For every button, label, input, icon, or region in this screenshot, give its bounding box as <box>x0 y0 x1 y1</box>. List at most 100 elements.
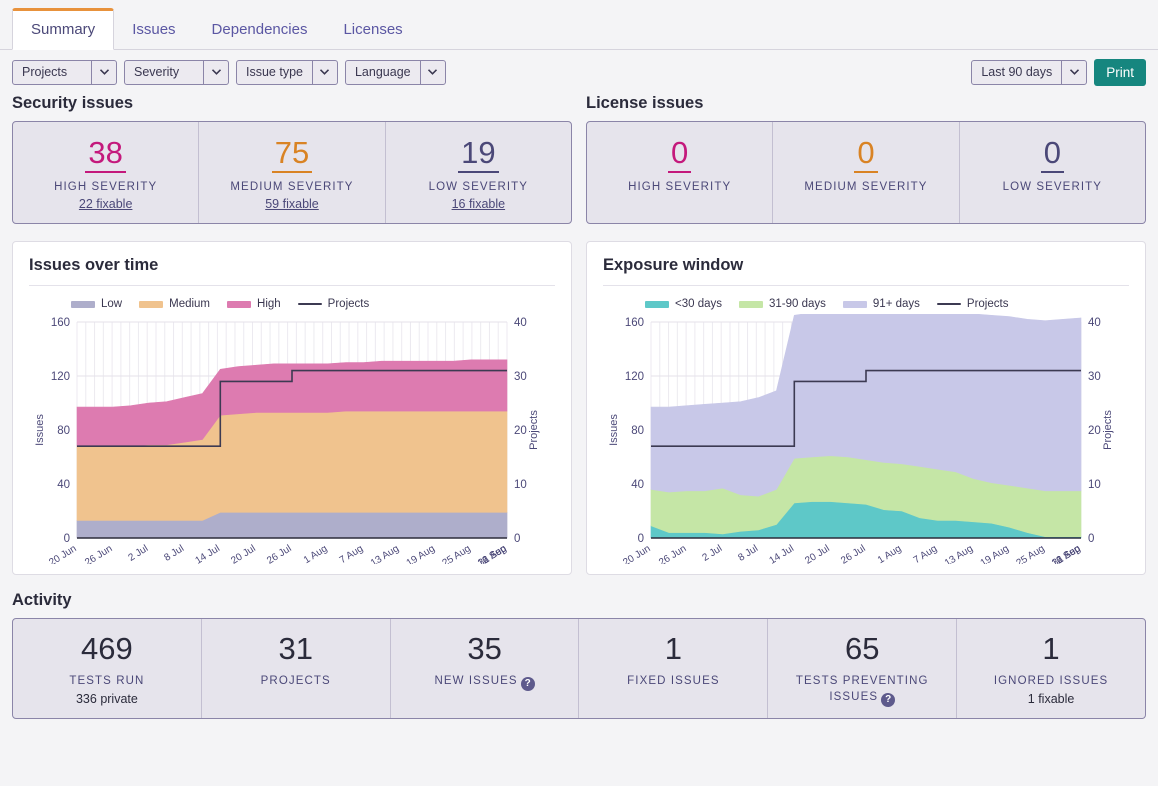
svg-text:13 Aug: 13 Aug <box>369 543 401 564</box>
chevron-down-icon <box>203 60 228 84</box>
tab-licenses[interactable]: Licenses <box>325 9 420 50</box>
legend-label-projects: Projects <box>327 298 370 310</box>
tab-licenses-label: Licenses <box>343 21 403 38</box>
legend-swatch-under-30-days <box>645 300 669 308</box>
issues-over-time-panel: Issues over time Low Medium High Project… <box>12 241 572 575</box>
svg-text:19 Aug: 19 Aug <box>405 543 437 564</box>
license-medium-value[interactable]: 0 <box>854 136 878 173</box>
security-low-severity-cell[interactable]: 19 LOW SEVERITY 16 fixable <box>386 122 571 223</box>
svg-text:Issues: Issues <box>34 414 46 446</box>
legend-swatch-high <box>227 300 252 308</box>
tab-summary[interactable]: Summary <box>12 8 115 50</box>
severity-filter-select[interactable]: Severity <box>124 59 229 85</box>
language-filter-select[interactable]: Language <box>344 59 446 85</box>
security-medium-severity-cell[interactable]: 75 MEDIUM SEVERITY 59 fixable <box>199 122 386 223</box>
svg-text:120: 120 <box>51 371 70 383</box>
svg-text:160: 160 <box>51 317 70 329</box>
activity-tests-run-cell[interactable]: 469 TESTS RUN 336 private <box>13 619 202 718</box>
svg-text:40: 40 <box>514 317 527 329</box>
legend-item-low: Low <box>71 298 122 310</box>
legend-label-under-30-days: <30 days <box>675 298 722 310</box>
license-medium-severity-cell[interactable]: 0 MEDIUM SEVERITY <box>773 122 960 223</box>
svg-text:2 Jul: 2 Jul <box>701 543 725 564</box>
license-high-severity-cell[interactable]: 0 HIGH SEVERITY <box>587 122 774 223</box>
legend-item-under-30-days: <30 days <box>645 298 722 310</box>
legend-swatch-low <box>71 300 95 308</box>
license-low-severity-cell[interactable]: 0 LOW SEVERITY <box>960 122 1145 223</box>
activity-fixed-issues-cell[interactable]: 1 FIXED ISSUES <box>579 619 769 718</box>
svg-text:10: 10 <box>514 479 527 491</box>
tab-issues[interactable]: Issues <box>114 9 193 50</box>
svg-text:0: 0 <box>1088 533 1094 545</box>
legend-label-medium: Medium <box>169 298 211 310</box>
svg-text:12 Sep: 12 Sep <box>1050 543 1083 564</box>
legend-swatch-91-plus-days <box>842 300 867 308</box>
activity-tests-run-value: 469 <box>81 631 133 666</box>
svg-text:Projects: Projects <box>1102 410 1114 450</box>
date-range-select[interactable]: Last 90 days <box>971 59 1088 85</box>
svg-text:1 Aug: 1 Aug <box>302 543 330 564</box>
legend-item-projects: Projects <box>936 298 1008 310</box>
license-high-value[interactable]: 0 <box>668 136 692 173</box>
svg-text:25 Aug: 25 Aug <box>1015 543 1047 564</box>
svg-text:12 Sep: 12 Sep <box>476 543 509 564</box>
exposure-window-svg: 0 40 80 120 160 0 10 20 30 40 Issues Projects 20 Jun… <box>608 314 1114 564</box>
security-medium-fixable-link[interactable]: 59 fixable <box>203 197 380 211</box>
projects-filter-select[interactable]: Projects <box>12 59 117 85</box>
help-icon[interactable]: ? <box>520 677 535 691</box>
activity-new-issues-label: NEW ISSUES? <box>397 673 573 691</box>
svg-text:26 Jun: 26 Jun <box>657 543 688 564</box>
svg-text:20 Jul: 20 Jul <box>803 543 831 564</box>
activity-card: 469 TESTS RUN 336 private 31 PROJECTS 35… <box>12 618 1146 719</box>
svg-text:20: 20 <box>1088 425 1101 437</box>
tab-dependencies[interactable]: Dependencies <box>194 9 326 50</box>
issue-type-filter-select[interactable]: Issue type <box>236 59 338 85</box>
legend-swatch-projects <box>297 303 322 305</box>
security-low-fixable-link[interactable]: 16 fixable <box>390 197 567 211</box>
license-high-label: HIGH SEVERITY <box>628 181 732 193</box>
security-high-severity-cell[interactable]: 38 HIGH SEVERITY 22 fixable <box>13 122 200 223</box>
activity-new-issues-cell[interactable]: 35 NEW ISSUES? <box>391 619 580 718</box>
svg-text:20: 20 <box>514 425 527 437</box>
issue-type-filter-label: Issue type <box>246 65 303 79</box>
issues-over-time-title: Issues over time <box>29 256 555 286</box>
security-low-value[interactable]: 19 <box>458 136 499 173</box>
activity-projects-value: 31 <box>278 631 313 666</box>
chevron-down-icon <box>311 60 337 84</box>
svg-text:26 Jul: 26 Jul <box>839 543 867 564</box>
exposure-window-plot: 0 40 80 120 160 0 10 20 30 40 Issues Projects 20 Jun… <box>603 314 1129 564</box>
legend-label-91-plus-days: 91+ days <box>872 298 920 310</box>
license-low-label: LOW SEVERITY <box>1002 181 1103 193</box>
exposure-window-panel: Exposure window <30 days 31-90 days 91+ … <box>586 241 1146 575</box>
help-icon[interactable]: ? <box>881 693 896 707</box>
license-medium-label: MEDIUM SEVERITY <box>804 181 928 193</box>
security-high-value[interactable]: 38 <box>85 136 126 173</box>
legend-item-projects: Projects <box>297 298 370 310</box>
activity-tests-preventing-issues-cell[interactable]: 65 TESTS PREVENTING ISSUES? <box>768 619 958 718</box>
legend-swatch-medium <box>139 300 164 308</box>
svg-text:7 Aug: 7 Aug <box>912 543 940 564</box>
license-issues-heading: License issues <box>586 94 704 112</box>
svg-text:0: 0 <box>638 533 644 545</box>
legend-swatch-31-90-days <box>739 300 763 308</box>
license-low-value[interactable]: 0 <box>1040 136 1064 173</box>
legend-item-31-90-days: 31-90 days <box>739 298 826 310</box>
print-button[interactable]: Print <box>1094 58 1146 86</box>
security-high-fixable-link[interactable]: 22 fixable <box>17 197 194 211</box>
activity-heading: Activity <box>12 591 72 609</box>
activity-tests-run-sub: 336 private <box>75 692 138 706</box>
filter-bar: Projects Severity Issue type Language La… <box>0 50 1158 94</box>
activity-new-issues-value: 35 <box>467 631 502 666</box>
svg-text:13 Aug: 13 Aug <box>943 543 975 564</box>
security-medium-value[interactable]: 75 <box>271 136 313 173</box>
svg-text:25 Aug: 25 Aug <box>441 543 473 564</box>
activity-ignored-issues-cell[interactable]: 1 IGNORED ISSUES 1 fixable <box>957 619 1145 718</box>
legend-label-low: Low <box>101 298 123 310</box>
activity-projects-cell[interactable]: 31 PROJECTS <box>202 619 391 718</box>
legend-label-high: High <box>257 298 281 310</box>
tab-summary-label: Summary <box>31 21 96 38</box>
severity-filter-label: Severity <box>134 65 180 79</box>
chevron-down-icon <box>91 60 116 84</box>
legend-item-high: High <box>227 298 281 310</box>
svg-text:19 Aug: 19 Aug <box>979 543 1011 564</box>
